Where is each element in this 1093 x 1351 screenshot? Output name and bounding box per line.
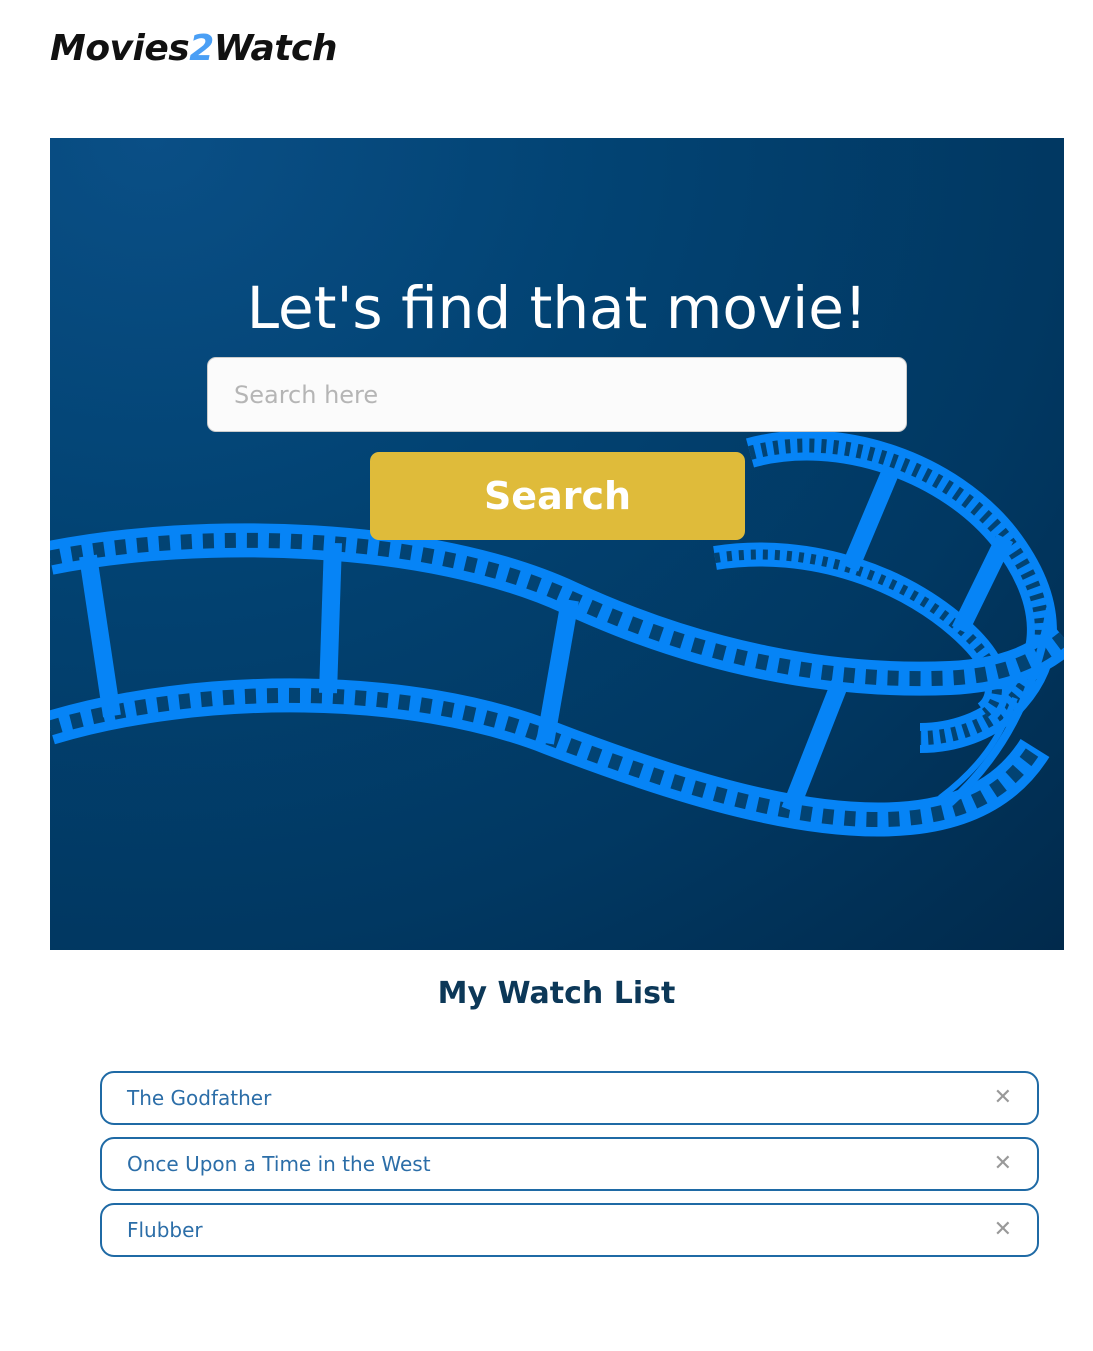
logo-text-watch: Watch: [213, 28, 338, 69]
watch-list: The Godfather ✕ Once Upon a Time in the …: [100, 1071, 1039, 1269]
close-icon[interactable]: ✕: [994, 1139, 1012, 1189]
site-logo[interactable]: Movies2Watch: [50, 28, 338, 69]
list-item[interactable]: The Godfather ✕: [100, 1071, 1039, 1125]
hero-title: Let's find that movie!: [246, 274, 868, 342]
search-button[interactable]: Search: [370, 452, 745, 540]
hero-banner: Let's find that movie! Search: [50, 138, 1064, 950]
logo-text-movies: Movies: [50, 28, 190, 69]
list-item[interactable]: Flubber ✕: [100, 1203, 1039, 1257]
list-item[interactable]: Once Upon a Time in the West ✕: [100, 1137, 1039, 1191]
search-input[interactable]: [207, 357, 907, 432]
watch-list-title: My Watch List: [437, 976, 676, 1011]
film-strip-illustration: [50, 430, 1064, 837]
list-item-label: Once Upon a Time in the West: [127, 1152, 431, 1176]
list-item-label: The Godfather: [127, 1086, 272, 1110]
logo-text-2: 2: [189, 28, 214, 69]
list-item-label: Flubber: [127, 1218, 203, 1242]
close-icon[interactable]: ✕: [994, 1073, 1012, 1123]
close-icon[interactable]: ✕: [994, 1205, 1012, 1255]
